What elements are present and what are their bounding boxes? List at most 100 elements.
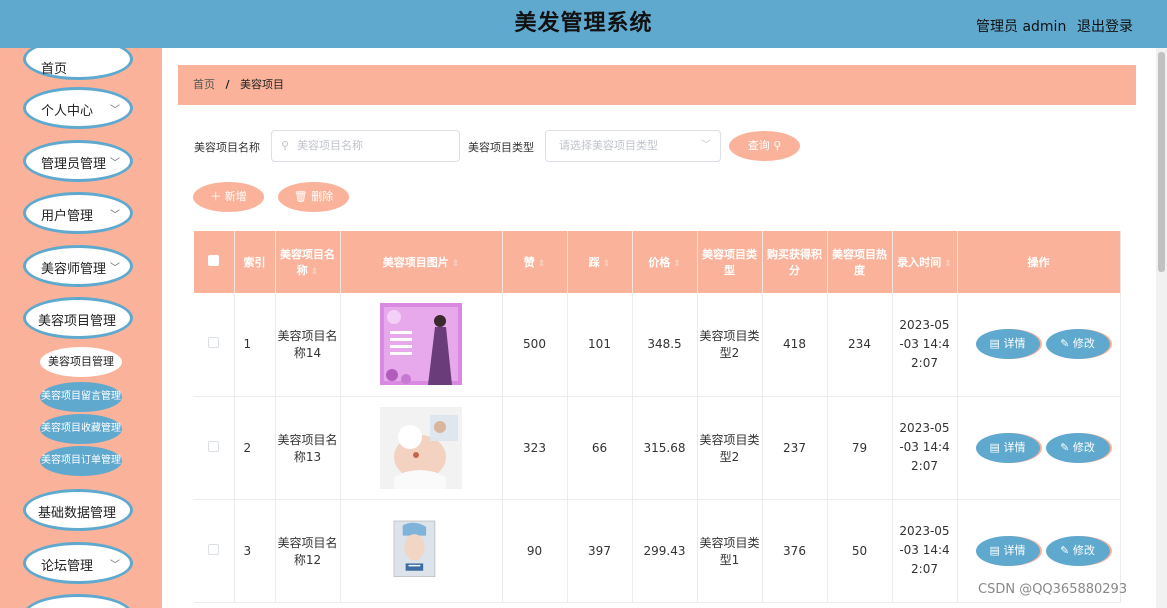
col-header-index: 索引: [234, 231, 276, 293]
submenu-item-project-messages[interactable]: 美容项目留言管理: [40, 382, 122, 412]
submenu-item-project-management[interactable]: 美容项目管理: [40, 347, 122, 377]
cell-dislikes: 66: [567, 396, 633, 500]
col-header-heat[interactable]: 美容项目热度: [827, 231, 893, 293]
cell-likes: 90: [502, 499, 568, 603]
project-type-placeholder: 请选择美容项目类型: [559, 139, 658, 152]
logout-link[interactable]: 退出登录: [1077, 16, 1133, 36]
top-header: 美发管理系统 管理员 admin 退出登录: [0, 0, 1167, 48]
row-select-cell[interactable]: [194, 499, 235, 603]
col-header-image[interactable]: 美容项目图片 ⇕: [340, 231, 503, 293]
col-header-dislikes[interactable]: 踩 ⇕: [567, 231, 633, 293]
plus-icon: ＋: [210, 190, 222, 203]
project-image-1: [380, 303, 462, 386]
cell-price: 299.43: [632, 499, 698, 603]
sidebar-item-beauty-project-management[interactable]: 美容项目管理: [23, 297, 133, 339]
select-all-checkbox[interactable]: [208, 255, 220, 266]
sidebar-item-user-management[interactable]: 用户管理 ﹀: [23, 192, 133, 234]
submenu-item-project-favorites[interactable]: 美容项目收藏管理: [40, 414, 122, 444]
sort-icon[interactable]: ⇕: [603, 259, 611, 269]
sidebar-item-label: 美容项目管理: [38, 314, 117, 329]
col-header-likes[interactable]: 赞 ⇕: [502, 231, 568, 293]
col-header-points[interactable]: 购买获得积分: [762, 231, 828, 293]
cell-image: [340, 499, 503, 603]
detail-button[interactable]: ▤ 详情: [975, 535, 1040, 566]
document-icon: ▤: [989, 337, 1000, 351]
row-select-cell[interactable]: [194, 293, 235, 397]
cell-time: 2023-05-03 14:42:07: [892, 293, 958, 397]
chevron-down-icon: ﹀: [110, 560, 120, 571]
sidebar-item-more[interactable]: [23, 594, 133, 608]
sort-icon[interactable]: ⇕: [452, 259, 460, 269]
add-button[interactable]: ＋ 新增: [193, 182, 264, 212]
cell-heat: 79: [827, 396, 893, 500]
detail-button[interactable]: ▤ 详情: [975, 329, 1040, 360]
sort-icon[interactable]: ⇕: [538, 259, 546, 269]
vertical-scrollbar[interactable]: [1156, 48, 1167, 608]
row-checkbox[interactable]: [208, 440, 220, 452]
project-table: 索引 美容项目名称 ⇕ 美容项目图片 ⇕ 赞 ⇕ 踩 ⇕ 价格 ⇕ 美容项目类型 购买获得…: [194, 231, 1121, 603]
current-user[interactable]: 管理员 admin: [976, 16, 1066, 36]
project-name-input[interactable]: ⚲ 美容项目名称: [271, 130, 460, 162]
delete-button[interactable]: 🗑 删除: [278, 182, 349, 212]
scrollbar-thumb[interactable]: [1158, 52, 1165, 272]
sidebar-item-label: 用户管理: [41, 209, 94, 224]
cell-actions: ▤ 详情 ✎ 修改: [957, 293, 1121, 397]
table-row: 2 美容项目名称13 323 66 315.68 美容项目类型2 237 79 …: [194, 396, 1121, 500]
cell-type: 美容项目类型2: [697, 396, 763, 500]
sidebar-item-label: 首页: [41, 62, 68, 77]
add-button-label: 新增: [224, 190, 247, 203]
row-checkbox[interactable]: [208, 543, 220, 555]
watermark: CSDN @QQ365880293: [978, 582, 1128, 597]
edit-button[interactable]: ✎ 修改: [1045, 329, 1110, 360]
cell-points: 418: [762, 293, 828, 397]
col-header-name[interactable]: 美容项目名称 ⇕: [275, 231, 341, 293]
sidebar-item-personal-center[interactable]: 个人中心 ﹀: [23, 87, 133, 129]
submenu-item-project-orders[interactable]: 美容项目订单管理: [40, 446, 122, 476]
sidebar-item-home[interactable]: 首页: [23, 48, 133, 80]
breadcrumb: 首页 / 美容项目: [178, 65, 1136, 105]
cell-name: 美容项目名称14: [275, 293, 341, 397]
select-all-cell[interactable]: [194, 231, 235, 293]
sidebar-item-basic-data-management[interactable]: 基础数据管理: [23, 489, 133, 531]
document-icon: ▤: [989, 440, 1000, 454]
project-type-label: 美容项目类型: [468, 141, 534, 154]
sort-icon[interactable]: ⇕: [673, 259, 681, 269]
sort-icon[interactable]: ⇕: [944, 259, 952, 269]
edit-button[interactable]: ✎ 修改: [1045, 432, 1110, 463]
cell-time: 2023-05-03 14:42:07: [892, 499, 958, 603]
detail-button[interactable]: ▤ 详情: [975, 432, 1040, 463]
cell-type: 美容项目类型1: [697, 499, 763, 603]
sidebar: 首页 个人中心 ﹀ 管理员管理 ﹀ 用户管理 ﹀ 美容师管理 ﹀ 美容项目管理 …: [0, 48, 162, 608]
project-image-2: [380, 406, 462, 489]
cell-dislikes: 397: [567, 499, 633, 603]
sidebar-item-admin-management[interactable]: 管理员管理 ﹀: [23, 140, 133, 182]
col-header-type[interactable]: 美容项目类型: [697, 231, 763, 293]
sidebar-item-forum-management[interactable]: 论坛管理 ﹀: [23, 542, 133, 584]
search-button-label: 查询: [747, 139, 770, 152]
sidebar-item-beautician-management[interactable]: 美容师管理 ﹀: [23, 245, 133, 287]
project-type-select[interactable]: 请选择美容项目类型 ﹀: [545, 130, 721, 162]
chevron-down-icon: ﹀: [110, 210, 120, 221]
chevron-down-icon: ﹀: [110, 263, 120, 274]
col-header-price[interactable]: 价格 ⇕: [632, 231, 698, 293]
sort-icon[interactable]: ⇕: [311, 267, 319, 277]
col-header-time[interactable]: 录入时间 ⇕: [892, 231, 958, 293]
edit-button[interactable]: ✎ 修改: [1045, 535, 1110, 566]
search-icon: ⚲: [773, 139, 782, 152]
cell-points: 376: [762, 499, 828, 603]
cell-price: 315.68: [632, 396, 698, 500]
project-image-3: [393, 520, 436, 577]
sidebar-item-label: 基础数据管理: [38, 506, 117, 521]
row-checkbox[interactable]: [208, 337, 220, 349]
cell-index: 3: [234, 499, 276, 603]
row-select-cell[interactable]: [194, 396, 235, 500]
cell-heat: 234: [827, 293, 893, 397]
project-name-label: 美容项目名称: [194, 141, 260, 154]
chevron-down-icon: ﹀: [110, 158, 120, 169]
col-header-actions: 操作: [957, 231, 1121, 293]
cell-type: 美容项目类型2: [697, 293, 763, 397]
search-button[interactable]: 查询 ⚲: [729, 131, 800, 161]
breadcrumb-home[interactable]: 首页: [193, 78, 215, 91]
cell-image: [340, 396, 503, 500]
cell-likes: 500: [502, 293, 568, 397]
